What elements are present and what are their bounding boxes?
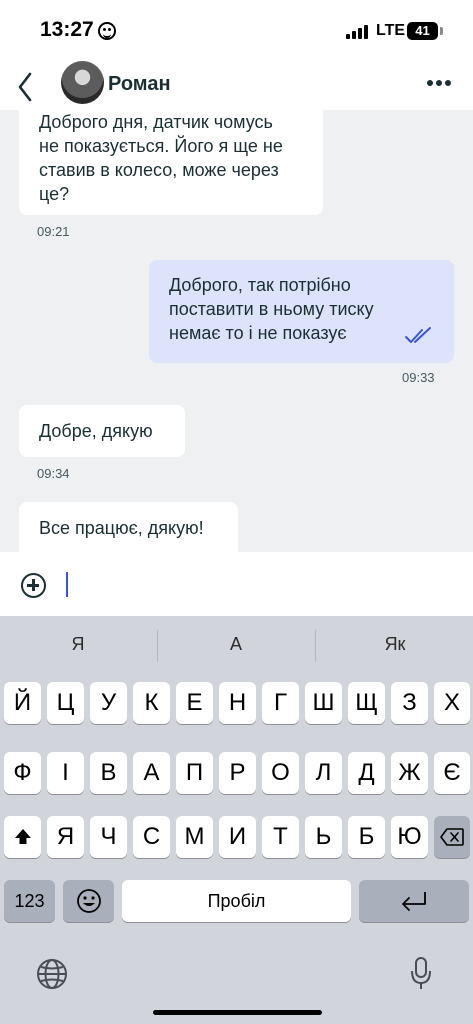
- key[interactable]: Г: [262, 682, 299, 724]
- backspace-icon: [440, 828, 464, 846]
- message-time: 09:33: [402, 370, 435, 385]
- key[interactable]: Я: [47, 816, 84, 858]
- message-time: 09:21: [37, 224, 70, 239]
- chat-header: Роман: [0, 58, 473, 110]
- key[interactable]: Е: [176, 682, 213, 724]
- key[interactable]: Б: [348, 816, 385, 858]
- suggestion-item[interactable]: Я: [58, 634, 98, 655]
- key[interactable]: К: [133, 682, 170, 724]
- key[interactable]: П: [176, 752, 213, 794]
- key[interactable]: А: [133, 752, 170, 794]
- key[interactable]: Ь: [305, 816, 342, 858]
- suggestion-item[interactable]: Як: [372, 634, 418, 655]
- key[interactable]: Щ: [348, 682, 385, 724]
- message-time: 09:34: [37, 466, 70, 481]
- key[interactable]: Ф: [4, 752, 41, 794]
- key[interactable]: С: [133, 816, 170, 858]
- key[interactable]: Ц: [47, 682, 84, 724]
- chevron-left-icon: [18, 72, 32, 102]
- emoji-icon: [76, 889, 101, 913]
- key[interactable]: Ж: [391, 752, 428, 794]
- key[interactable]: Л: [305, 752, 342, 794]
- status-bar: 13:27 LTE 41: [0, 0, 473, 58]
- message-composer: [0, 552, 473, 616]
- keyboard: Я А Як Й Ц У К Е Н Г Ш Щ З Х Ф І В А П Р…: [0, 616, 473, 1024]
- key[interactable]: З: [391, 682, 428, 724]
- key[interactable]: О: [262, 752, 299, 794]
- key[interactable]: В: [90, 752, 127, 794]
- suggestion-divider: [315, 630, 316, 662]
- home-indicator[interactable]: [153, 1010, 322, 1015]
- message-bubble[interactable]: Добре, дякую: [19, 405, 185, 457]
- key[interactable]: У: [90, 682, 127, 724]
- shift-key[interactable]: [4, 816, 41, 858]
- key[interactable]: І: [47, 752, 84, 794]
- message-list[interactable]: Доброго дня, датчик чомусь не показуєтьс…: [0, 110, 473, 552]
- message-bubble[interactable]: Все працює, дякую!: [19, 502, 238, 552]
- emoji-key[interactable]: [63, 880, 114, 922]
- suggestion-item[interactable]: А: [216, 634, 256, 655]
- shift-icon: [14, 829, 31, 844]
- key[interactable]: Н: [219, 682, 256, 724]
- message-line: Все працює, дякую!: [39, 518, 204, 538]
- key[interactable]: Ю: [391, 816, 428, 858]
- message-line: Доброго дня, датчик чомусь: [39, 112, 273, 132]
- key[interactable]: Р: [219, 752, 256, 794]
- add-attachment-icon[interactable]: [21, 573, 46, 598]
- key[interactable]: Х: [434, 682, 470, 724]
- space-key[interactable]: Пробіл: [122, 880, 351, 922]
- backspace-key[interactable]: [434, 816, 470, 858]
- smiley-icon: [98, 22, 116, 40]
- key[interactable]: Д: [348, 752, 385, 794]
- back-button[interactable]: [12, 64, 42, 104]
- avatar[interactable]: [61, 61, 104, 104]
- key[interactable]: Ч: [90, 816, 127, 858]
- message-bubble[interactable]: Доброго дня, датчик чомусь не показуєтьс…: [19, 110, 323, 215]
- message-bubble[interactable]: Доброго, так потрібно поставити в ньому …: [149, 260, 454, 363]
- microphone-icon[interactable]: [410, 956, 432, 992]
- contact-name[interactable]: Роман: [108, 73, 171, 96]
- message-line: не показується. Його я ще не: [39, 136, 283, 156]
- battery-tip: [440, 27, 443, 35]
- suggestion-divider: [157, 630, 158, 662]
- message-line: ставив в колесо, може через: [39, 160, 279, 180]
- battery-icon: 41: [407, 22, 438, 40]
- key[interactable]: Є: [434, 752, 470, 794]
- globe-icon[interactable]: [36, 958, 68, 990]
- key[interactable]: Й: [4, 682, 41, 724]
- key[interactable]: И: [219, 816, 256, 858]
- key[interactable]: Т: [262, 816, 299, 858]
- double-check-icon: [405, 327, 431, 343]
- message-line: немає то і не показує: [169, 323, 347, 343]
- status-time: 13:27: [40, 18, 94, 41]
- message-line: Доброго, так потрібно: [169, 275, 351, 295]
- numbers-key[interactable]: 123: [4, 880, 55, 922]
- key[interactable]: М: [176, 816, 213, 858]
- key[interactable]: Ш: [305, 682, 342, 724]
- text-cursor[interactable]: [66, 572, 68, 597]
- return-icon: [402, 892, 426, 911]
- message-line: Добре, дякую: [39, 421, 153, 441]
- message-line: це?: [39, 184, 70, 204]
- signal-icon: [346, 25, 370, 39]
- return-key[interactable]: [359, 880, 469, 922]
- network-type: LTE: [376, 22, 406, 39]
- more-options-icon[interactable]: [426, 72, 452, 94]
- message-line: поставити в ньому тиску: [169, 299, 374, 319]
